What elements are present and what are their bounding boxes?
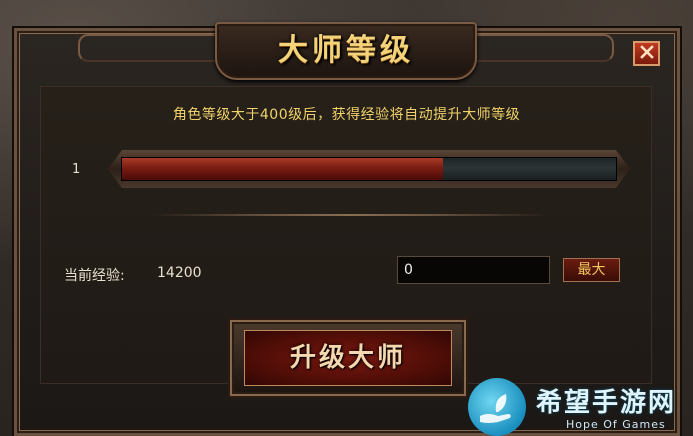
master-level-notice: 角色等级大于400级后，获得经验将自动提升大师等级	[172, 107, 521, 123]
exp-amount-input[interactable]	[397, 256, 550, 284]
progress-bar	[121, 157, 617, 181]
dialog-title: 大师等级	[278, 33, 414, 68]
close-button[interactable]	[633, 41, 660, 66]
close-icon	[639, 44, 654, 63]
progress-bar-fill	[122, 158, 444, 180]
master-level-value: 1	[72, 162, 81, 177]
current-exp-value: 14200	[157, 265, 202, 281]
title-ornament-right	[474, 34, 614, 62]
title-ornament-left	[78, 34, 218, 62]
watermark-text: 希望手游网	[536, 388, 677, 418]
max-button[interactable]: 最大	[563, 258, 620, 282]
watermark: 希望手游网 Hope Of Games	[468, 378, 693, 436]
divider	[150, 214, 550, 216]
upgrade-master-button[interactable]: 升级大师	[244, 330, 452, 386]
watermark-subtext: Hope Of Games	[566, 418, 666, 431]
hand-leaf-icon	[468, 378, 526, 436]
current-exp-label: 当前经验:	[64, 268, 125, 284]
